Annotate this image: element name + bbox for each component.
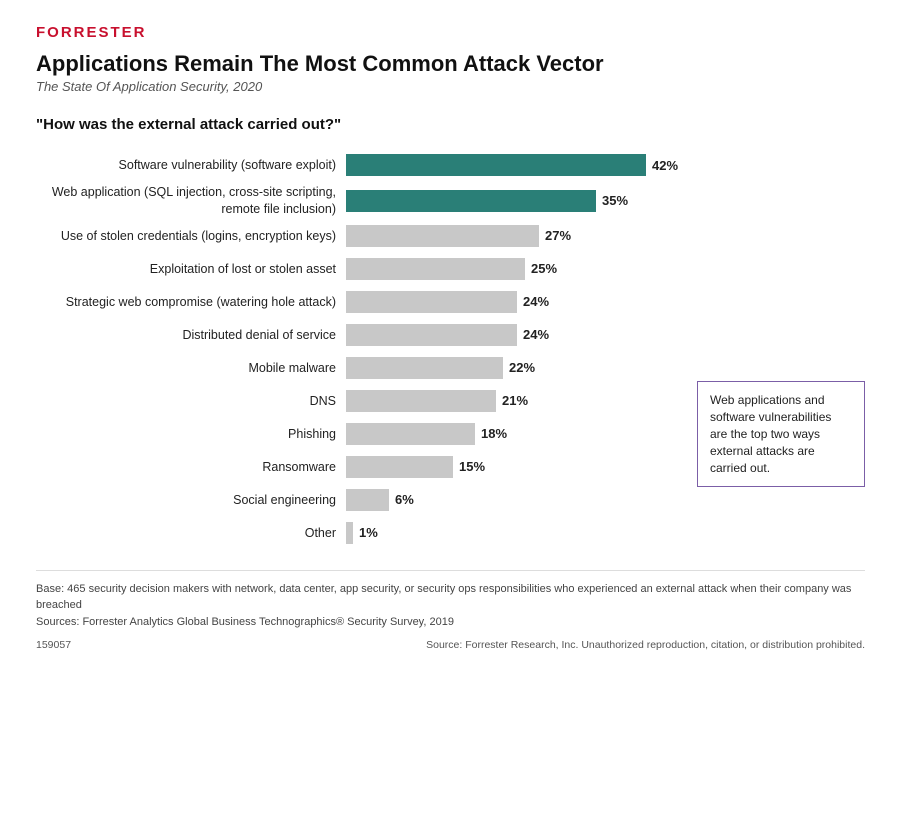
chart-row: Exploitation of lost or stolen asset 25% <box>36 255 865 283</box>
footer-notes: Base: 465 security decision makers with … <box>36 570 865 654</box>
bar-fill <box>346 423 475 445</box>
bar-fill <box>346 258 525 280</box>
bar-label: Phishing <box>36 426 346 442</box>
bar-container: 6% <box>346 489 865 511</box>
bar-label: Strategic web compromise (watering hole … <box>36 294 346 310</box>
bar-container: 24% <box>346 324 865 346</box>
callout-box: Web applications and software vulnerabil… <box>697 381 865 487</box>
chart-row: Other 1% <box>36 519 865 547</box>
page-title: Applications Remain The Most Common Atta… <box>36 51 865 77</box>
bar-value: 15% <box>459 459 485 474</box>
bar-container: 22% <box>346 357 865 379</box>
bar-label: Mobile malware <box>36 360 346 376</box>
bar-value: 6% <box>395 492 414 507</box>
bar-fill <box>346 390 496 412</box>
bar-value: 35% <box>602 193 628 208</box>
chart-row: Mobile malware 22% <box>36 354 865 382</box>
bar-value: 21% <box>502 393 528 408</box>
bar-fill <box>346 324 517 346</box>
bar-label: Social engineering <box>36 492 346 508</box>
bar-label: Use of stolen credentials (logins, encry… <box>36 228 346 244</box>
chart-question: "How was the external attack carried out… <box>36 116 865 133</box>
bar-container: 35% <box>346 190 865 212</box>
bar-value: 27% <box>545 228 571 243</box>
bar-label: Distributed denial of service <box>36 327 346 343</box>
bar-container: 24% <box>346 291 865 313</box>
bar-fill <box>346 357 503 379</box>
bar-value: 25% <box>531 261 557 276</box>
bar-label: Other <box>36 525 346 541</box>
bar-container: 42% <box>346 154 865 176</box>
bar-container: 27% <box>346 225 865 247</box>
chart-row: Distributed denial of service 24% <box>36 321 865 349</box>
bar-value: 24% <box>523 294 549 309</box>
subtitle: The State Of Application Security, 2020 <box>36 79 865 94</box>
bar-value: 22% <box>509 360 535 375</box>
bar-label: DNS <box>36 393 346 409</box>
chart-row: Strategic web compromise (watering hole … <box>36 288 865 316</box>
bar-container: 1% <box>346 522 865 544</box>
bar-container: 25% <box>346 258 865 280</box>
bar-label: Ransomware <box>36 459 346 475</box>
chart-row: Web application (SQL injection, cross-si… <box>36 184 865 217</box>
bar-value: 42% <box>652 158 678 173</box>
source-line: Source: Forrester Research, Inc. Unautho… <box>426 638 865 654</box>
bar-fill <box>346 190 596 212</box>
bar-value: 1% <box>359 525 378 540</box>
bar-label: Software vulnerability (software exploit… <box>36 157 346 173</box>
doc-id: 159057 <box>36 638 71 654</box>
bar-fill <box>346 154 646 176</box>
chart-row: Social engineering 6% <box>36 486 865 514</box>
bar-label: Exploitation of lost or stolen asset <box>36 261 346 277</box>
bar-fill <box>346 225 539 247</box>
bar-fill <box>346 522 353 544</box>
bar-fill <box>346 291 517 313</box>
chart-area: Software vulnerability (software exploit… <box>36 151 865 552</box>
chart-row: Software vulnerability (software exploit… <box>36 151 865 179</box>
bar-value: 24% <box>523 327 549 342</box>
forrester-logo: FORRESTER <box>36 24 865 41</box>
chart-row: Use of stolen credentials (logins, encry… <box>36 222 865 250</box>
bar-fill <box>346 489 389 511</box>
bar-label: Web application (SQL injection, cross-si… <box>36 184 346 217</box>
bar-fill <box>346 456 453 478</box>
bar-value: 18% <box>481 426 507 441</box>
